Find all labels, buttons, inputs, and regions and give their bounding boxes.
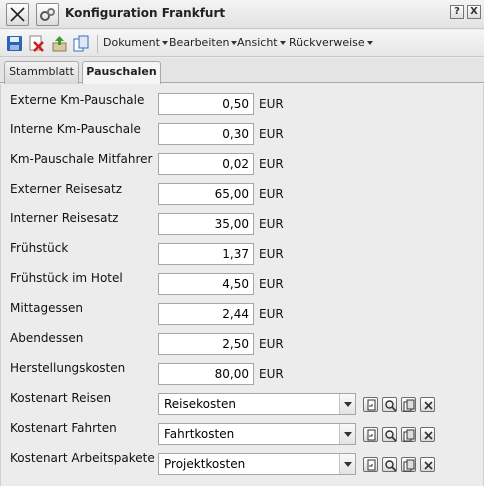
close-window-button[interactable] (6, 3, 29, 26)
field-label: Km-Pauschale Mitfahrer (10, 152, 153, 166)
copy-button[interactable] (401, 457, 416, 472)
km-pauschale-mitfahrer-input[interactable] (158, 153, 254, 175)
menu-rueckverweise-label: Rückverweise (289, 36, 365, 49)
search-icon (385, 430, 397, 442)
copy-icon (403, 429, 415, 442)
help-button[interactable]: ? (450, 5, 464, 19)
chevron-down-icon[interactable] (339, 394, 355, 414)
open-icon (367, 459, 376, 471)
herstellungskosten-input[interactable] (158, 363, 254, 385)
fruehstueck-input[interactable] (158, 243, 254, 265)
field-label: Externer Reisesatz (10, 182, 122, 196)
window-title: Konfiguration Frankfurt (65, 6, 226, 20)
clear-icon (424, 401, 433, 410)
tab-stammblatt[interactable]: Stammblatt (4, 61, 79, 84)
externe-km-pauschale-input[interactable] (158, 93, 254, 115)
copy-button[interactable] (401, 427, 416, 442)
unit-label: EUR (259, 157, 284, 171)
interner-reisesatz-input[interactable] (158, 213, 254, 235)
chevron-down-icon[interactable] (339, 454, 355, 474)
search-button[interactable] (382, 457, 397, 472)
mittagessen-input[interactable] (158, 303, 254, 325)
open-button[interactable] (363, 457, 378, 472)
select-value: Projektkosten (164, 457, 246, 471)
unit-label: EUR (259, 307, 284, 321)
toolbar-separator (97, 35, 98, 53)
kostenart-fahrten-select[interactable]: Fahrtkosten (158, 423, 356, 445)
configuration-button[interactable] (36, 3, 59, 26)
field-label: Interner Reisesatz (10, 211, 119, 225)
field-label: Kostenart Fahrten (10, 421, 117, 435)
search-button[interactable] (382, 427, 397, 442)
copy-button[interactable] (401, 397, 416, 412)
unit-label: EUR (259, 127, 284, 141)
search-icon (385, 460, 397, 472)
dropdown-caret-icon (161, 41, 168, 45)
open-button[interactable] (363, 397, 378, 412)
unit-label: EUR (259, 367, 284, 381)
open-button[interactable] (363, 427, 378, 442)
search-button[interactable] (382, 397, 397, 412)
clear-button[interactable] (420, 427, 435, 442)
kostenart-arbeitspakete-select[interactable]: Projektkosten (158, 453, 356, 475)
menu-dokument[interactable]: Dokument (103, 36, 168, 49)
copy-icon[interactable] (73, 35, 90, 52)
close-button[interactable]: X (467, 5, 481, 19)
field-label: Frühstück (10, 241, 69, 255)
field-label: Mittagessen (10, 301, 83, 315)
dropdown-caret-icon (279, 41, 286, 45)
menu-bearbeiten-label: Bearbeiten (169, 36, 230, 49)
abendessen-input[interactable] (158, 333, 254, 355)
field-label: Kostenart Reisen (10, 391, 112, 405)
gear-icon (40, 8, 55, 21)
menu-rueckverweise[interactable]: Rückverweise (289, 36, 373, 49)
dropdown-caret-icon (366, 41, 373, 45)
menu-ansicht-label: Ansicht (237, 36, 278, 49)
menu-bearbeiten[interactable]: Bearbeiten (169, 36, 238, 49)
open-icon (367, 399, 376, 411)
copy-icon (403, 459, 415, 472)
unit-label: EUR (259, 187, 284, 201)
clear-button[interactable] (420, 397, 435, 412)
fruehstueck-hotel-input[interactable] (158, 273, 254, 295)
unit-label: EUR (259, 247, 284, 261)
menu-dokument-label: Dokument (103, 36, 160, 49)
clear-button[interactable] (420, 457, 435, 472)
field-label: Frühstück im Hotel (10, 271, 123, 285)
delete-document-icon[interactable] (28, 35, 45, 52)
pauschalen-panel: Externe Km-Pauschale EUR Interne Km-Paus… (0, 84, 484, 486)
tab-strip: Stammblatt Pauschalen (0, 58, 484, 85)
save-icon[interactable] (6, 35, 23, 52)
select-value: Reisekosten (164, 397, 236, 411)
field-label: Interne Km-Pauschale (10, 122, 141, 136)
select-value: Fahrtkosten (164, 427, 235, 441)
unit-label: EUR (259, 97, 284, 111)
field-label: Externe Km-Pauschale (10, 93, 145, 107)
menu-ansicht[interactable]: Ansicht (237, 36, 286, 49)
search-icon (385, 400, 397, 412)
externer-reisesatz-input[interactable] (158, 183, 254, 205)
chevron-down-icon[interactable] (339, 424, 355, 444)
field-label: Herstellungskosten (10, 361, 126, 375)
toolbar: Dokument Bearbeiten Ansicht Rückverweise (0, 30, 484, 57)
field-label: Kostenart Arbeitspakete (10, 451, 155, 465)
tab-pauschalen[interactable]: Pauschalen (82, 61, 161, 85)
kostenart-reisen-select[interactable]: Reisekosten (158, 393, 356, 415)
copy-icon (403, 399, 415, 412)
unit-label: EUR (259, 277, 284, 291)
open-icon (367, 429, 376, 441)
interne-km-pauschale-input[interactable] (158, 123, 254, 145)
unit-label: EUR (259, 217, 284, 231)
export-icon[interactable] (51, 35, 68, 52)
field-label: Abendessen (10, 331, 84, 345)
close-x-icon (10, 7, 25, 22)
title-bar: Konfiguration Frankfurt ? X (0, 0, 484, 29)
clear-icon (424, 431, 433, 440)
clear-icon (424, 461, 433, 470)
unit-label: EUR (259, 337, 284, 351)
